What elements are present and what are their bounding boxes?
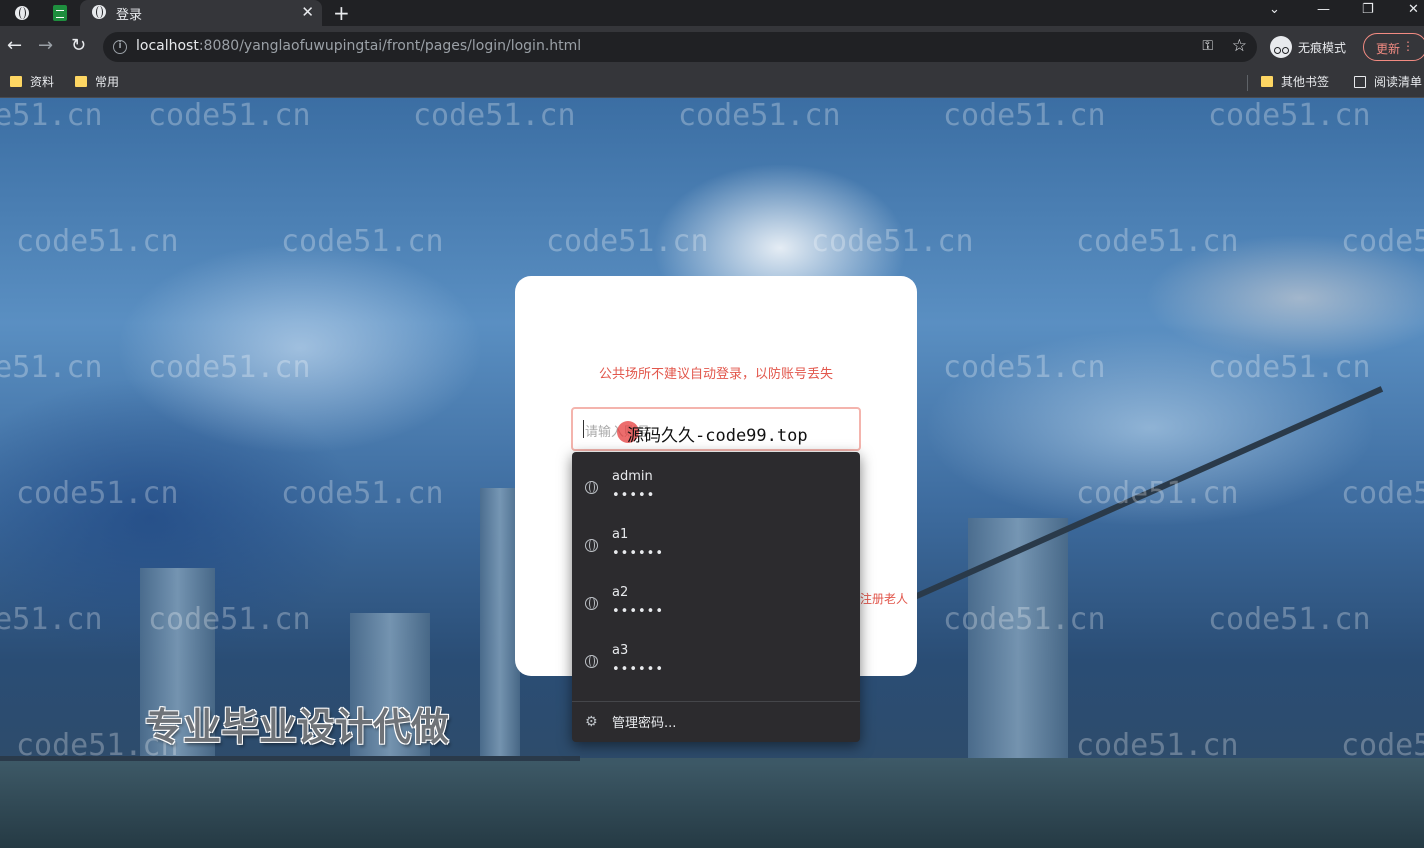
menu-dots-icon: ⋮ bbox=[1402, 39, 1414, 53]
watermark: code51.cn bbox=[413, 98, 576, 133]
globe-icon bbox=[585, 481, 598, 494]
reading-list-label: 阅读清单 bbox=[1374, 75, 1423, 89]
bookmark-folder[interactable]: 资料 bbox=[10, 73, 54, 90]
autofill-username: a1 bbox=[612, 527, 629, 542]
watermark: code51.cn bbox=[546, 224, 709, 259]
watermark: code51.cn bbox=[1076, 476, 1239, 511]
bookmark-divider bbox=[1247, 75, 1248, 91]
url-text: localhost:8080/yanglaofuwupingtai/front/… bbox=[136, 38, 582, 54]
info-icon[interactable]: i bbox=[113, 40, 127, 54]
bookmarks-bar: 资料 常用 其他书签 阅读清单 bbox=[0, 68, 1424, 98]
login-tip: 公共场所不建议自动登录，以防账号丢失 bbox=[598, 367, 833, 382]
watermark: code51.cn bbox=[1341, 224, 1424, 259]
background-rooftop bbox=[0, 758, 1424, 848]
autofill-username: a3 bbox=[612, 643, 629, 658]
autofill-password: •••••• bbox=[612, 662, 665, 677]
autofill-password: •••••• bbox=[612, 546, 665, 561]
incognito-icon bbox=[1270, 36, 1292, 58]
watermark: code51.cn bbox=[678, 98, 841, 133]
address-bar[interactable]: i localhost:8080/yanglaofuwupingtai/fron… bbox=[103, 32, 1257, 62]
login-page-background: code51.cn code51.cn code51.cn code51.cn … bbox=[0, 98, 1424, 848]
watermark: code51.cn bbox=[1208, 602, 1371, 637]
bookmark-label: 常用 bbox=[95, 75, 120, 89]
reading-list[interactable]: 阅读清单 bbox=[1354, 73, 1422, 90]
password-autofill-dropdown: admin ••••• a1 •••••• a2 •••••• a3 •••••… bbox=[572, 452, 860, 742]
globe-icon bbox=[92, 5, 106, 19]
text-caret bbox=[583, 420, 584, 438]
watermark: code51.cn bbox=[811, 224, 974, 259]
watermark: code51.cn bbox=[1208, 98, 1371, 133]
other-bookmarks-label: 其他书签 bbox=[1281, 75, 1330, 89]
autofill-username: admin bbox=[612, 469, 653, 484]
background-building bbox=[480, 488, 520, 758]
watermark: code51.cn bbox=[1341, 476, 1424, 511]
autofill-password: ••••• bbox=[612, 488, 656, 503]
tab-strip: 登录 ✕ + ⌄ — ❐ ✕ bbox=[0, 0, 1424, 26]
watermark: code51.cn bbox=[943, 350, 1106, 385]
tab-search-icon[interactable]: ⌄ bbox=[1269, 2, 1280, 17]
watermark: code51.cn bbox=[16, 224, 179, 259]
autofill-item[interactable]: a3 •••••• bbox=[572, 626, 860, 684]
watermark: code51.cn bbox=[148, 98, 311, 133]
promo-overlay-text: 专业毕业设计代做 bbox=[145, 705, 450, 749]
watermark: code51.cn bbox=[943, 98, 1106, 133]
folder-icon bbox=[10, 76, 22, 87]
source-overlay-text: 源码久久-code99.top bbox=[627, 426, 808, 446]
update-button[interactable]: 更新 ⋮ bbox=[1363, 33, 1424, 61]
sheets-tab-icon[interactable] bbox=[50, 3, 70, 23]
autofill-username: a2 bbox=[612, 585, 629, 600]
back-icon[interactable]: ← bbox=[7, 36, 22, 56]
watermark: code51.cn bbox=[1076, 224, 1239, 259]
folder-icon bbox=[1261, 76, 1273, 87]
browser-toolbar: ← → ↻ i localhost:8080/yanglaofuwupingta… bbox=[0, 26, 1424, 68]
window-close-icon[interactable]: ✕ bbox=[1408, 2, 1419, 17]
bookmark-label: 资料 bbox=[30, 75, 55, 89]
autofill-divider bbox=[572, 701, 860, 702]
incognito-indicator[interactable]: 无痕模式 bbox=[1270, 36, 1346, 58]
background-railing bbox=[0, 756, 580, 761]
watermark: code51.cn bbox=[148, 350, 311, 385]
watermark: code51.cn bbox=[1208, 350, 1371, 385]
minimize-icon[interactable]: — bbox=[1317, 2, 1330, 17]
close-icon[interactable]: ✕ bbox=[301, 3, 314, 21]
star-icon[interactable]: ☆ bbox=[1232, 36, 1247, 56]
globe-icon bbox=[585, 655, 598, 668]
autofill-item[interactable]: a2 •••••• bbox=[572, 568, 860, 626]
key-icon[interactable]: ⚿ bbox=[1202, 38, 1213, 54]
register-elder-link[interactable]: 注册老人 bbox=[860, 590, 908, 607]
watermark: code51.cn bbox=[281, 224, 444, 259]
username-input[interactable]: 请输入账号 源码久久-code99.top bbox=[571, 407, 861, 451]
reload-icon[interactable]: ↻ bbox=[71, 36, 86, 56]
incognito-label: 无痕模式 bbox=[1298, 40, 1347, 55]
bookmark-folder[interactable]: 常用 bbox=[75, 73, 119, 90]
update-label: 更新 bbox=[1376, 42, 1401, 56]
gear-icon: ⚙ bbox=[585, 714, 598, 730]
tab-login[interactable]: 登录 ✕ bbox=[80, 0, 322, 26]
other-bookmarks[interactable]: 其他书签 bbox=[1261, 73, 1329, 90]
manage-passwords-label: 管理密码... bbox=[612, 716, 677, 731]
watermark: code51.cn bbox=[281, 476, 444, 511]
autofill-password: •••••• bbox=[612, 604, 665, 619]
folder-icon bbox=[75, 76, 87, 87]
autofill-item[interactable]: a1 •••••• bbox=[572, 510, 860, 568]
watermark: code51.cn bbox=[0, 98, 103, 133]
new-tab-button[interactable]: + bbox=[333, 1, 350, 25]
background-railing bbox=[860, 386, 1384, 624]
watermark: code51.cn bbox=[0, 350, 103, 385]
tab-title: 登录 bbox=[116, 8, 143, 23]
autofill-item[interactable]: admin ••••• bbox=[572, 452, 860, 510]
restore-icon[interactable]: ❐ bbox=[1362, 2, 1374, 17]
globe-icon[interactable] bbox=[12, 3, 32, 23]
watermark: code51.cn bbox=[16, 476, 179, 511]
reading-list-icon bbox=[1354, 75, 1366, 88]
globe-icon bbox=[585, 597, 598, 610]
watermark: code51.cn bbox=[0, 602, 103, 637]
globe-icon bbox=[585, 539, 598, 552]
manage-passwords-item[interactable]: ⚙ 管理密码... bbox=[572, 704, 860, 740]
forward-icon[interactable]: → bbox=[38, 36, 53, 56]
